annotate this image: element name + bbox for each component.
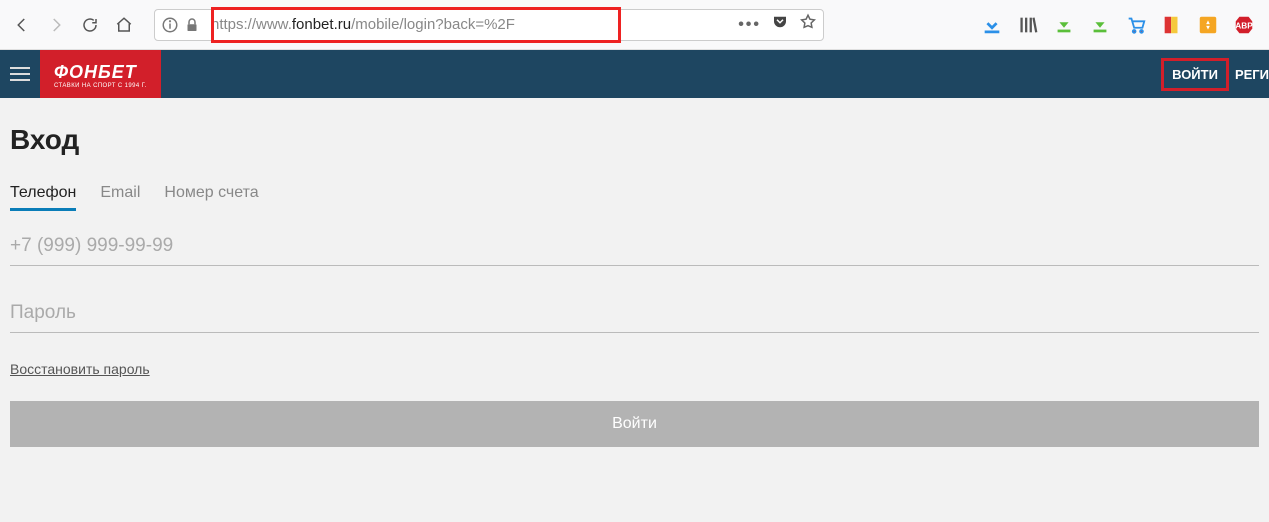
login-method-tabs: Телефон Email Номер счета	[10, 184, 1259, 211]
site-header: ФОНБЕТ СТАВКИ НА СПОРТ С 1994 Г. ВОЙТИ Р…	[0, 50, 1269, 98]
library-icon[interactable]	[1017, 14, 1039, 36]
logo-tagline: СТАВКИ НА СПОРТ С 1994 Г.	[54, 83, 147, 89]
address-bar[interactable]: https://www.fonbet.ru/mobile/login?back=…	[154, 9, 824, 41]
home-button[interactable]	[110, 11, 138, 39]
bookmark-flag-icon[interactable]	[1161, 14, 1183, 36]
reload-button[interactable]	[76, 11, 104, 39]
header-login-link[interactable]: ВОЙТИ	[1161, 58, 1229, 91]
tab-phone[interactable]: Телефон	[10, 184, 76, 211]
pocket-icon[interactable]	[771, 13, 789, 36]
bookmark-star-icon[interactable]	[799, 13, 817, 36]
submit-button[interactable]: Войти	[10, 401, 1259, 447]
tab-email[interactable]: Email	[100, 184, 140, 211]
cart-icon[interactable]	[1125, 14, 1147, 36]
browser-toolbar: https://www.fonbet.ru/mobile/login?back=…	[0, 0, 1269, 50]
tab-account[interactable]: Номер счета	[164, 184, 258, 211]
site-logo[interactable]: ФОНБЕТ СТАВКИ НА СПОРТ С 1994 Г.	[40, 50, 161, 98]
phone-input[interactable]	[10, 227, 1259, 266]
url-text: https://www.fonbet.ru/mobile/login?back=…	[211, 16, 515, 33]
menu-button[interactable]	[0, 50, 40, 98]
info-icon[interactable]	[161, 16, 179, 34]
header-register-link[interactable]: РЕГИ	[1229, 61, 1269, 88]
download-green-1-icon[interactable]	[1053, 14, 1075, 36]
page-actions-icon[interactable]: •••	[738, 16, 761, 34]
page-title: Вход	[10, 124, 1259, 156]
back-button[interactable]	[8, 11, 36, 39]
extension-orange-icon[interactable]	[1197, 14, 1219, 36]
recover-password-link[interactable]: Восстановить пароль	[10, 361, 150, 377]
password-input[interactable]	[10, 294, 1259, 333]
adblock-icon[interactable]: ABP	[1233, 14, 1255, 36]
svg-text:ABP: ABP	[1235, 21, 1253, 30]
lock-icon	[183, 16, 201, 34]
download-icon[interactable]	[981, 14, 1003, 36]
forward-button[interactable]	[42, 11, 70, 39]
extensions-bar: ABP	[981, 14, 1255, 36]
download-green-2-icon[interactable]	[1089, 14, 1111, 36]
login-page: Вход Телефон Email Номер счета Восстанов…	[0, 98, 1269, 522]
logo-text: ФОНБЕТ	[54, 62, 147, 83]
